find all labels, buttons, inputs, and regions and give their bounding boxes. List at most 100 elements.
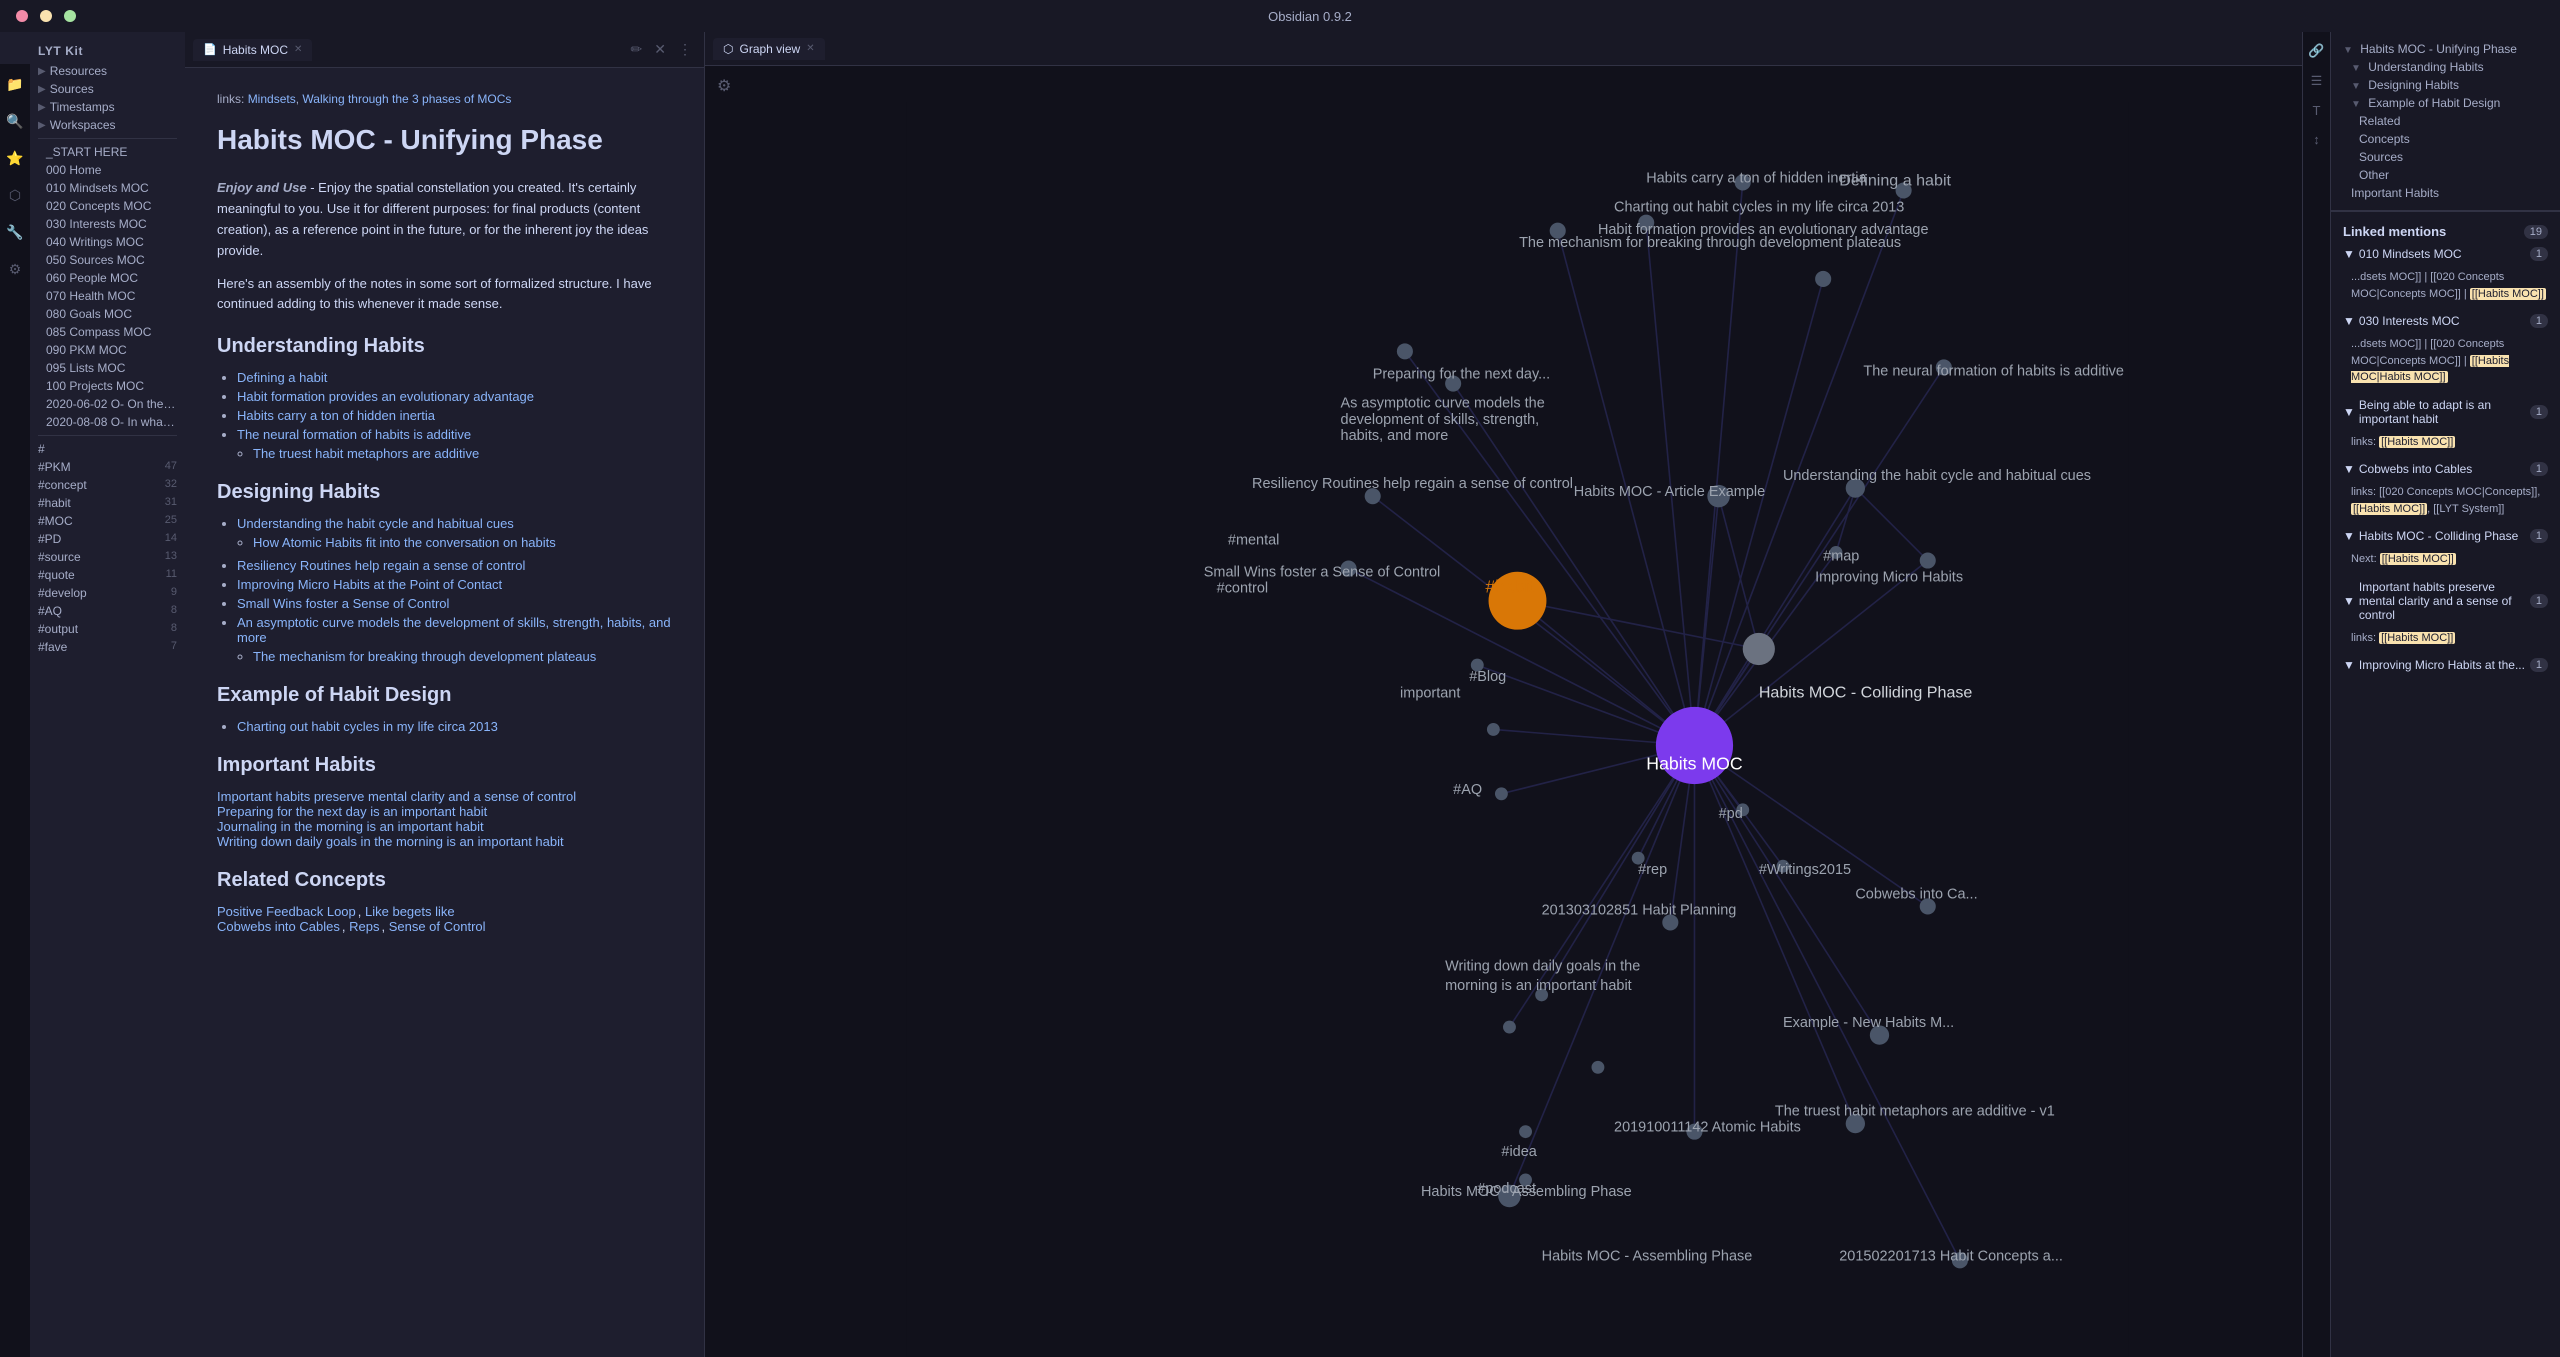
sidebar-item-workspaces[interactable]: ▶ Workspaces	[30, 116, 185, 134]
search-icon[interactable]: 🔍	[2, 109, 27, 134]
close-icon[interactable]: ✕	[650, 39, 670, 60]
close-button[interactable]	[16, 10, 28, 22]
svg-text:morning is an important habit: morning is an important habit	[1445, 978, 1632, 994]
links-line: links: Mindsets, Walking through the 3 p…	[217, 92, 672, 106]
minimize-button[interactable]	[40, 10, 52, 22]
link-journaling[interactable]: Journaling in the morning is an importan…	[217, 819, 484, 834]
outline-item[interactable]: Important Habits	[2331, 184, 2560, 202]
list-item[interactable]: 2020-06-02 O- On the proc...	[30, 395, 185, 413]
tag-item[interactable]: #MOC 25	[30, 512, 185, 530]
tag-item[interactable]: #fave 7	[30, 638, 185, 656]
link-habit-cycle[interactable]: Understanding the habit cycle and habitu…	[237, 516, 514, 531]
outline-item[interactable]: Sources	[2331, 148, 2560, 166]
sub-list: How Atomic Habits fit into the conversat…	[253, 535, 672, 550]
list-item[interactable]: 095 Lists MOC	[30, 359, 185, 377]
sidebar-item-resources[interactable]: ▶ Resources	[30, 62, 185, 80]
list-item[interactable]: _START HERE	[30, 143, 185, 161]
more-options-icon[interactable]: ⋮	[674, 39, 696, 60]
list-item[interactable]: 100 Projects MOC	[30, 377, 185, 395]
mention-highlight: [[Habits MOC]]	[2470, 288, 2546, 300]
link-positive-feedback[interactable]: Positive Feedback Loop	[217, 904, 356, 919]
graph-close-button[interactable]: ✕	[806, 43, 814, 54]
settings-icon[interactable]: ⚙	[5, 257, 26, 282]
mention-group-header[interactable]: ▼ Cobwebs into Cables 1	[2331, 458, 2560, 480]
tab-close-button[interactable]: ✕	[294, 44, 302, 55]
link-cobwebs[interactable]: Cobwebs into Cables	[217, 919, 340, 934]
tag-item[interactable]: #habit 31	[30, 494, 185, 512]
list-item[interactable]: 030 Interests MOC	[30, 215, 185, 233]
list-item[interactable]: 090 PKM MOC	[30, 341, 185, 359]
link-defining-habit[interactable]: Defining a habit	[237, 370, 327, 385]
mention-group-header[interactable]: ▼ Improving Micro Habits at the... 1	[2331, 654, 2560, 676]
mention-group: ▼ Cobwebs into Cables 1 links: [[020 Con…	[2331, 458, 2560, 521]
link-like-begets[interactable]: Like begets like	[365, 904, 455, 919]
tag-item[interactable]: #PD 14	[30, 530, 185, 548]
outline-item[interactable]: Other	[2331, 166, 2560, 184]
tag-item[interactable]: #develop 9	[30, 584, 185, 602]
files-icon[interactable]: 📁	[2, 72, 27, 97]
link-asymptotic-curve[interactable]: An asymptotic curve models the developme…	[237, 615, 671, 645]
link-mocs[interactable]: Walking through the 3 phases of MOCs	[302, 92, 511, 106]
sidebar-item-sources-section[interactable]: ▶ Sources	[30, 80, 185, 98]
plugin-icon[interactable]: 🔧	[2, 220, 27, 245]
link-hidden-inertia[interactable]: Habits carry a ton of hidden inertia	[237, 408, 435, 423]
link-habit-formation[interactable]: Habit formation provides an evolutionary…	[237, 389, 534, 404]
outline-item[interactable]: Concepts	[2331, 130, 2560, 148]
link-writing-goals[interactable]: Writing down daily goals in the morning …	[217, 834, 564, 849]
link-atomic-habits[interactable]: How Atomic Habits fit into the conversat…	[253, 535, 556, 550]
outline-item[interactable]: ▼ Example of Habit Design	[2331, 94, 2560, 112]
text-icon[interactable]: T	[2310, 100, 2324, 121]
list-item[interactable]: 060 People MOC	[30, 269, 185, 287]
graph-tab[interactable]: ⬡ Graph view ✕	[713, 38, 825, 60]
list-item[interactable]: 070 Health MOC	[30, 287, 185, 305]
list-icon[interactable]: ☰	[2308, 70, 2326, 92]
graph-icon[interactable]: ⬡	[5, 183, 25, 208]
link-small-wins[interactable]: Small Wins foster a Sense of Control	[237, 596, 449, 611]
list-item[interactable]: 000 Home	[30, 161, 185, 179]
link-icon[interactable]: 🔗	[2305, 40, 2327, 62]
link-preparing-next-day[interactable]: Preparing for the next day is an importa…	[217, 804, 487, 819]
link-important-habits-clarity[interactable]: Important habits preserve mental clarity…	[217, 789, 576, 804]
list-item[interactable]: 2020-08-08 O- In what way...	[30, 413, 185, 431]
link-improving-micro[interactable]: Improving Micro Habits at the Point of C…	[237, 577, 502, 592]
sidebar-item-timestamps[interactable]: ▶ Timestamps	[30, 98, 185, 116]
tag-item[interactable]: #output 8	[30, 620, 185, 638]
outline-item[interactable]: ▼ Designing Habits	[2331, 76, 2560, 94]
link-mindsets[interactable]: Mindsets	[248, 92, 296, 106]
list-item[interactable]: 080 Goals MOC	[30, 305, 185, 323]
graph-settings-icon[interactable]: ⚙	[713, 76, 735, 97]
list-item[interactable]: 085 Compass MOC	[30, 323, 185, 341]
tag-item[interactable]: #source 13	[30, 548, 185, 566]
mention-group-header[interactable]: ▼ Being able to adapt is an important ha…	[2331, 394, 2560, 430]
link-reps[interactable]: Reps	[349, 919, 379, 934]
list-item[interactable]: 050 Sources MOC	[30, 251, 185, 269]
sort-icon[interactable]: ↕	[2310, 129, 2323, 150]
link-charting-habits[interactable]: Charting out habit cycles in my life cir…	[237, 719, 498, 734]
link-sense-control[interactable]: Sense of Control	[389, 919, 486, 934]
star-icon[interactable]: ⭐	[2, 146, 27, 171]
link-truest-metaphors[interactable]: The truest habit metaphors are additive	[253, 446, 479, 461]
editor-tab-habits-moc[interactable]: 📄 Habits MOC ✕	[193, 39, 312, 61]
svg-text:#podcast: #podcast	[1477, 1181, 1536, 1197]
link-resiliency-routines[interactable]: Resiliency Routines help regain a sense …	[237, 558, 525, 573]
collapse-arrow: ▼	[2343, 529, 2355, 543]
tag-item[interactable]: #quote 11	[30, 566, 185, 584]
mention-group-header[interactable]: ▼ 010 Mindsets MOC 1	[2331, 243, 2560, 265]
mention-group-header[interactable]: ▼ Habits MOC - Colliding Phase 1	[2331, 525, 2560, 547]
edit-icon[interactable]: ✏	[627, 39, 647, 60]
link-neural-formation[interactable]: The neural formation of habits is additi…	[237, 427, 471, 442]
outline-item[interactable]: ▼ Understanding Habits	[2331, 58, 2560, 76]
tag-item[interactable]: #PKM 47	[30, 458, 185, 476]
mention-group-header[interactable]: ▼ 030 Interests MOC 1	[2331, 310, 2560, 332]
list-item[interactable]: 040 Writings MOC	[30, 233, 185, 251]
tag-item[interactable]: #AQ 8	[30, 602, 185, 620]
link-mechanism-breaking[interactable]: The mechanism for breaking through devel…	[253, 649, 596, 664]
list-item[interactable]: 010 Mindsets MOC	[30, 179, 185, 197]
mention-group-header[interactable]: ▼ Important habits preserve mental clari…	[2331, 576, 2560, 626]
outline-item[interactable]: ▼ Habits MOC - Unifying Phase	[2331, 40, 2560, 58]
list-item[interactable]: 020 Concepts MOC	[30, 197, 185, 215]
tag-item[interactable]: #	[30, 440, 185, 458]
outline-item[interactable]: Related	[2331, 112, 2560, 130]
tag-item[interactable]: #concept 32	[30, 476, 185, 494]
maximize-button[interactable]	[64, 10, 76, 22]
